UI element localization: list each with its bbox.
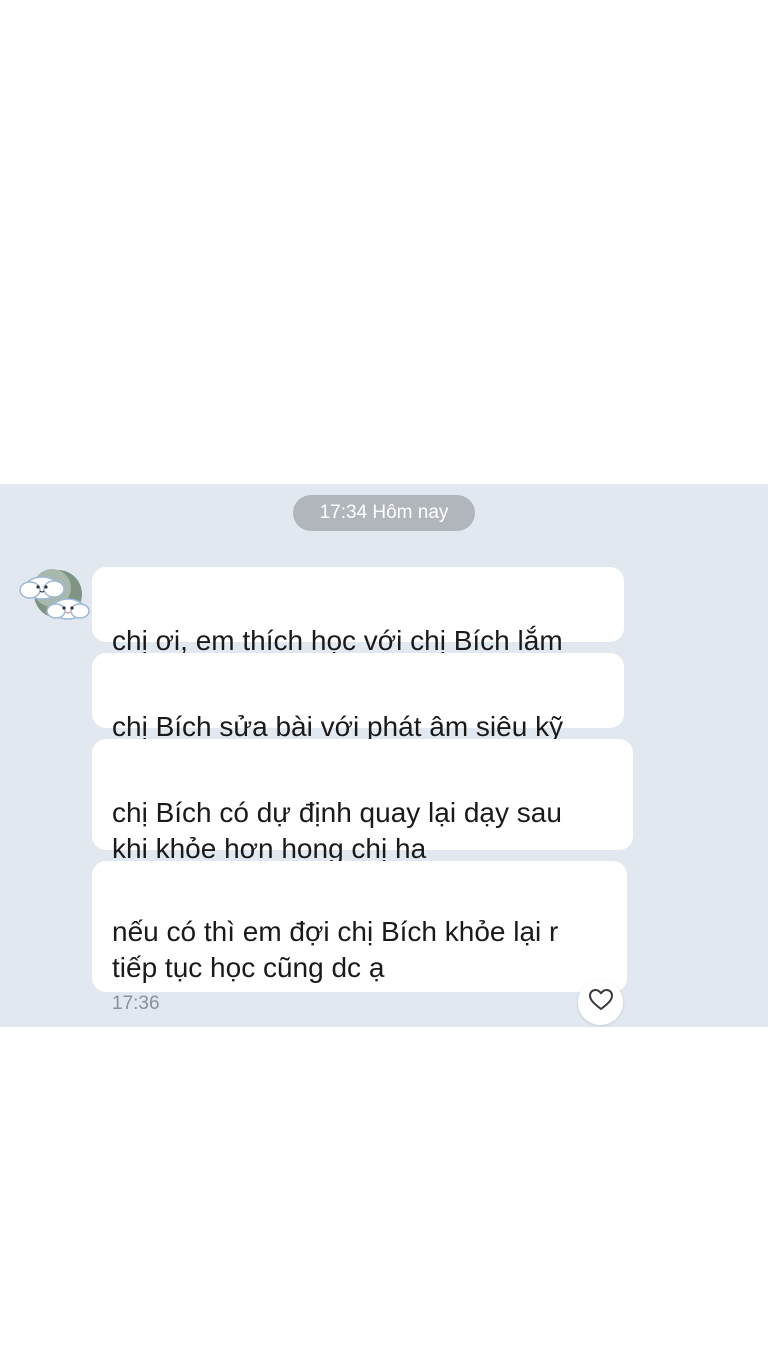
chat-screenshot: 17:34 Hôm nay chị ơi, em thích học với c… (0, 0, 768, 1365)
message-text: chị Bích sửa bài với phát âm siêu kỹ (112, 711, 564, 742)
message-bubble[interactable]: chị Bích có dự định quay lại dạy sau khi… (92, 739, 633, 864)
heart-outline-icon (588, 988, 614, 1017)
message-time: 17:36 (112, 993, 160, 1014)
message-bubble[interactable]: chị ơi, em thích học với chị Bích lắm (92, 567, 624, 656)
message-text: chị ơi, em thích học với chị Bích lắm (112, 625, 563, 656)
message-text: nếu có thì em đợi chị Bích khỏe lại r ti… (112, 916, 559, 983)
message-bubble[interactable]: chị Bích sửa bài với phát âm siêu kỹ (92, 653, 624, 742)
date-divider: 17:34 Hôm nay (293, 495, 475, 531)
react-heart-button[interactable] (578, 980, 623, 1025)
message-bubble[interactable]: nếu có thì em đợi chị Bích khỏe lại r ti… (92, 861, 627, 1014)
cloud-avatar-icon[interactable] (12, 564, 92, 626)
